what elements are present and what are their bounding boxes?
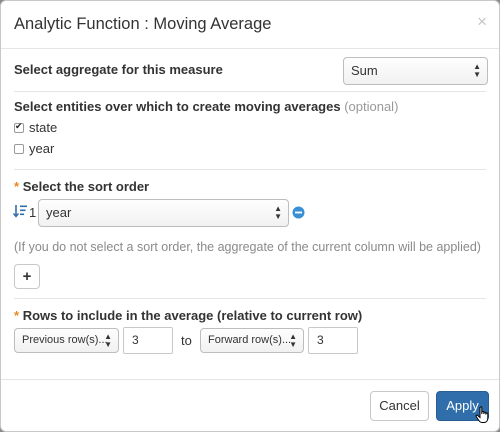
section-divider [14, 298, 486, 299]
dialog-header: Analytic Function : Moving Average × [1, 1, 499, 49]
forward-rows-value: Forward row(s)... [208, 334, 292, 346]
forward-rows-select[interactable]: Forward row(s)... ▲ ▼ [200, 328, 304, 353]
entities-label-text: Select entities over which to create mov… [14, 99, 341, 114]
rows-label: * Rows to include in the average (relati… [14, 308, 362, 323]
select-arrows-icon: ▲ ▼ [473, 62, 481, 79]
cancel-button[interactable]: Cancel [370, 391, 429, 421]
sort-ascending-icon[interactable] [12, 204, 28, 223]
required-mark: * [14, 308, 20, 323]
sort-label-text: Select the sort order [22, 179, 150, 194]
hand-cursor-icon [475, 406, 491, 429]
entity-label-state: state [29, 120, 58, 135]
checkbox-checked-icon[interactable] [14, 121, 24, 133]
aggregate-select-value: Sum [351, 63, 378, 78]
dialog-title: Analytic Function : Moving Average [14, 15, 272, 33]
select-arrows-icon: ▲ ▼ [289, 331, 297, 349]
to-label: to [181, 333, 192, 348]
section-divider [14, 91, 486, 92]
footer-divider [1, 379, 499, 380]
entity-checkbox-state[interactable]: state [14, 120, 57, 135]
entity-checkbox-year[interactable]: year [14, 141, 54, 156]
entity-label-year: year [29, 141, 55, 156]
close-icon[interactable]: × [477, 13, 487, 30]
previous-rows-value: Previous row(s)... [22, 334, 108, 346]
sort-index: 1 [29, 205, 37, 220]
sort-hint: (If you do not select a sort order, the … [14, 240, 481, 254]
sort-field-value: year [46, 205, 72, 220]
section-divider [14, 169, 486, 170]
plus-icon: + [22, 268, 32, 285]
minus-circle-icon[interactable] [292, 206, 305, 224]
previous-rows-input[interactable]: 3 [123, 327, 173, 354]
sort-field-select[interactable]: year ▲ ▼ [38, 199, 289, 227]
sort-label: * Select the sort order [14, 179, 149, 194]
optional-text: (optional) [344, 99, 399, 114]
aggregate-select[interactable]: Sum ▲ ▼ [343, 57, 488, 85]
entities-label: Select entities over which to create mov… [14, 99, 398, 114]
required-mark: * [14, 179, 20, 194]
forward-rows-input[interactable]: 3 [308, 327, 358, 354]
moving-average-dialog: Analytic Function : Moving Average × Sel… [0, 0, 500, 432]
rows-label-text: Rows to include in the average (relative… [22, 308, 363, 323]
previous-rows-select[interactable]: Previous row(s)... ▲ ▼ [14, 328, 119, 353]
checkbox-unchecked-icon[interactable] [14, 143, 24, 154]
select-arrows-icon: ▲ ▼ [274, 204, 282, 221]
select-arrows-icon: ▲ ▼ [104, 331, 112, 349]
add-sort-button[interactable]: + [14, 264, 40, 289]
aggregate-label: Select aggregate for this measure [14, 62, 223, 77]
